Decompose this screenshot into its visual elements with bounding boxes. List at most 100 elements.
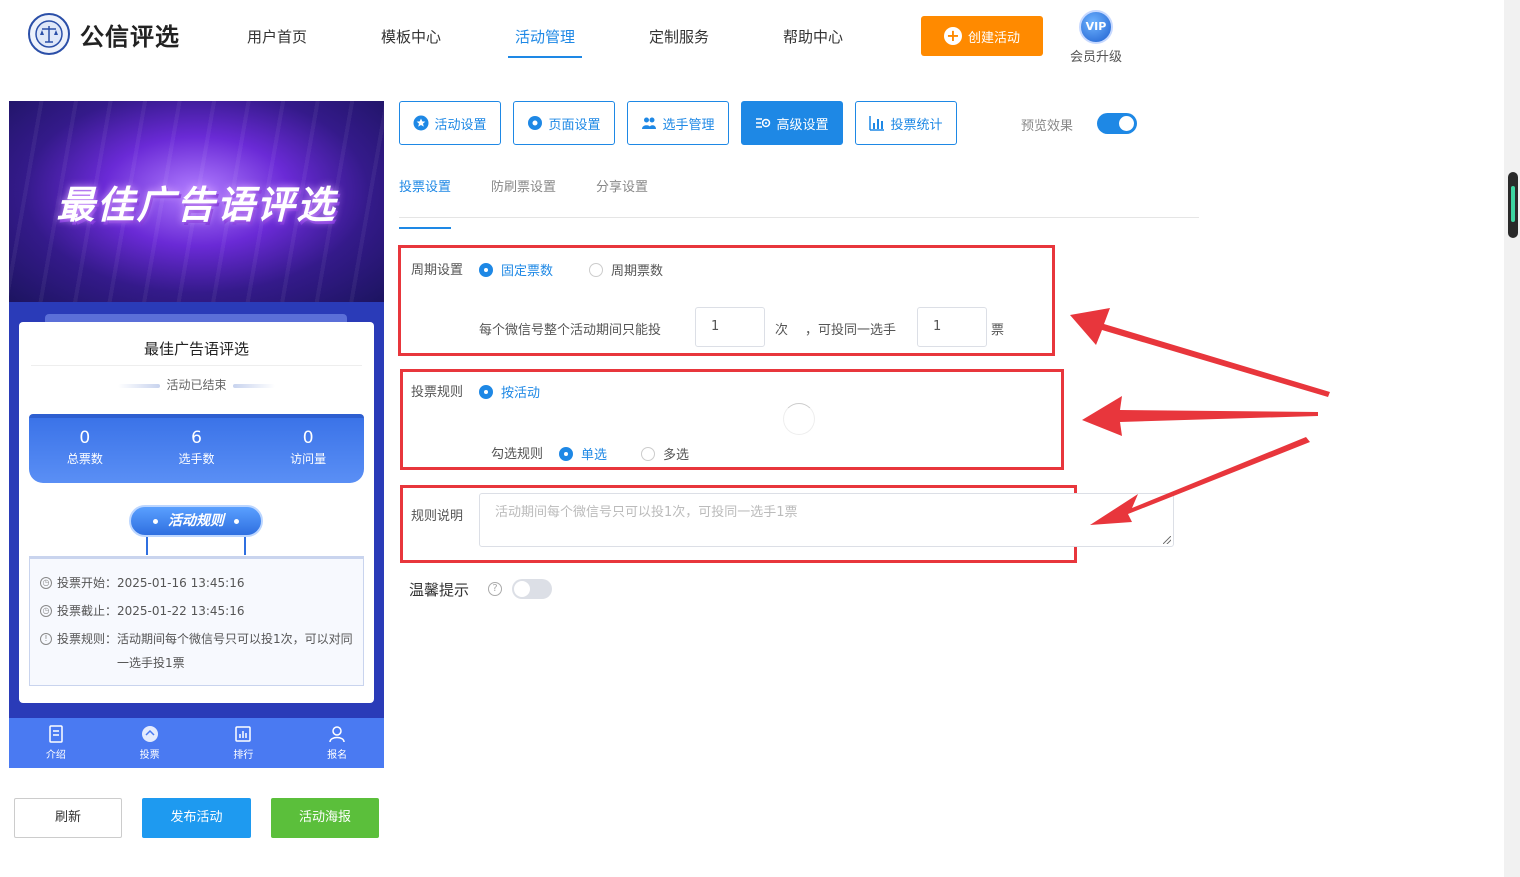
activity-poster-button[interactable]: 活动海报 [271, 798, 379, 838]
preview-effect-label: 预览效果 [1021, 119, 1074, 134]
tool-label: 活动设置 [434, 117, 487, 133]
tab-label: 排行 [233, 750, 254, 761]
refresh-button[interactable]: 刷新 [14, 798, 122, 838]
preview-tabbar: 介绍 投票 排行 报名 [9, 718, 384, 768]
limit-unit-votes: 票 [991, 323, 1005, 338]
info-icon: ! [40, 633, 52, 645]
stat-label: 选手数 [178, 452, 215, 466]
vote-statistics-button[interactable]: 投票统计 [855, 101, 957, 145]
logo[interactable]: 公信评选 [28, 13, 180, 55]
tab-share-settings[interactable]: 分享设置 [596, 170, 648, 217]
nav-help[interactable]: 帮助中心 [746, 0, 880, 60]
tool-label: 页面设置 [548, 117, 601, 133]
radio-circle [641, 446, 655, 461]
advanced-settings-button[interactable]: 高级设置 [741, 101, 843, 145]
tool-label: 选手管理 [662, 117, 715, 133]
rule-label: 投票截止： [57, 604, 118, 618]
pill-connector [244, 537, 246, 555]
arrow-to-description [1090, 437, 1310, 525]
radio-label: 多选 [663, 448, 690, 463]
stat-label: 总票数 [66, 452, 103, 466]
radio-multi-select[interactable]: 多选 [641, 444, 689, 463]
preview-effect-toggle[interactable] [1097, 113, 1137, 134]
gear-icon [528, 116, 543, 130]
vip-label: 会员升级 [1069, 50, 1122, 65]
nav-home[interactable]: 用户首页 [210, 0, 344, 60]
bar-chart-icon [869, 116, 885, 131]
rule-pill-label: 活动规则 [168, 513, 224, 529]
tab-vote-settings[interactable]: 投票设置 [399, 170, 452, 229]
radio-by-activity[interactable]: 按活动 [479, 382, 540, 401]
stat-value: 6 [191, 428, 202, 448]
scrollbar-thumb[interactable] [1508, 172, 1518, 238]
scales-logo-icon [28, 13, 70, 55]
tool-label: 高级设置 [776, 117, 829, 133]
activity-status: 活动已结束 [19, 376, 374, 393]
clock-icon: ◷ [40, 605, 52, 617]
votes-per-contestant-input[interactable]: 1 [917, 307, 987, 347]
nav-custom-service[interactable]: 定制服务 [612, 0, 746, 60]
card-title: 最佳广告语评选 [143, 340, 249, 358]
main-nav: 用户首页 模板中心 活动管理 定制服务 帮助中心 [210, 0, 880, 60]
contestant-management-button[interactable]: 选手管理 [627, 101, 729, 145]
tool-label: 投票统计 [890, 117, 943, 133]
tab-anti-fraud-settings[interactable]: 防刷票设置 [491, 170, 556, 217]
vote-icon [141, 726, 158, 742]
stat-label: 访问量 [290, 452, 327, 466]
users-icon [642, 117, 657, 129]
radio-circle [479, 262, 493, 277]
radio-circle [559, 446, 573, 461]
radio-single-select[interactable]: 单选 [559, 444, 607, 463]
limit-text-2: ，可投同一选手 [805, 323, 897, 338]
stat-value: 0 [302, 428, 314, 448]
card-divider [31, 365, 362, 366]
stat-value: 0 [79, 428, 91, 448]
clock-icon: ◷ [40, 577, 52, 589]
question-circle-icon[interactable]: ? [488, 582, 502, 596]
settings-toolbar: 活动设置 页面设置 选手管理 高级设置 投票统计 [399, 101, 957, 145]
radio-periodic-votes[interactable]: 周期票数 [589, 260, 663, 279]
radio-circle [479, 384, 493, 399]
loading-spinner-icon [783, 403, 815, 435]
arrow-to-rule [1082, 396, 1318, 436]
activity-rules-pill: 活动规则 [129, 505, 263, 537]
activity-info-card: 最佳广告语评选 活动已结束 0 总票数 6 选手数 0 访问量 活动规则 ◷ 投… [19, 314, 374, 703]
radio-label: 单选 [581, 448, 608, 463]
activity-settings-button[interactable]: 活动设置 [399, 101, 501, 145]
nav-templates[interactable]: 模板中心 [344, 0, 478, 60]
rules-box: ◷ 投票开始： 2025-01-16 13:45:16 ◷ 投票截止： 2025… [29, 556, 364, 686]
tab-signup[interactable]: 报名 [290, 718, 384, 768]
warm-tip-toggle[interactable] [512, 579, 552, 599]
settings-sliders-icon [756, 118, 771, 128]
check-rule-label: 勾选规则 [491, 447, 544, 462]
rule-value: 活动期间每个微信号只可以投1次，可以对同一选手投1票 [117, 632, 353, 670]
radio-circle [589, 262, 603, 277]
rule-description-label: 规则说明 [411, 509, 464, 524]
vip-upgrade[interactable]: VIP 会员升级 [1066, 10, 1126, 65]
radio-label: 固定票数 [501, 264, 554, 279]
pill-connector [146, 537, 148, 555]
page-scrollbar[interactable] [1504, 0, 1520, 877]
radio-fixed-votes[interactable]: 固定票数 [479, 260, 553, 279]
rule-start: ◷ 投票开始： 2025-01-16 13:45:16 [40, 571, 353, 595]
star-icon [413, 115, 429, 131]
votes-per-user-input[interactable]: 1 [695, 307, 765, 347]
card-top-bar [45, 314, 347, 322]
rule-description: ! 投票规则： 活动期间每个微信号只可以投1次，可以对同一选手投1票 [40, 627, 353, 675]
page-settings-button[interactable]: 页面设置 [513, 101, 615, 145]
rule-label: 投票规则： [57, 632, 118, 646]
create-activity-button[interactable]: + 创建活动 [921, 16, 1043, 56]
annotation-arrows [1070, 308, 1330, 525]
radio-label: 按活动 [501, 386, 541, 401]
nav-activity-management[interactable]: 活动管理 [478, 0, 612, 60]
tab-label: 投票 [139, 750, 160, 761]
tab-ranking[interactable]: 排行 [197, 718, 291, 768]
limit-unit-times: 次 [775, 323, 789, 338]
arrow-to-period [1070, 308, 1330, 397]
warm-tip-label: 温馨提示 [409, 581, 470, 599]
publish-activity-button[interactable]: 发布活动 [142, 798, 251, 838]
stat-contestants: 6 选手数 [141, 418, 253, 483]
tab-intro[interactable]: 介绍 [9, 718, 103, 768]
rule-label: 投票开始： [57, 576, 118, 590]
tab-vote[interactable]: 投票 [103, 718, 197, 768]
